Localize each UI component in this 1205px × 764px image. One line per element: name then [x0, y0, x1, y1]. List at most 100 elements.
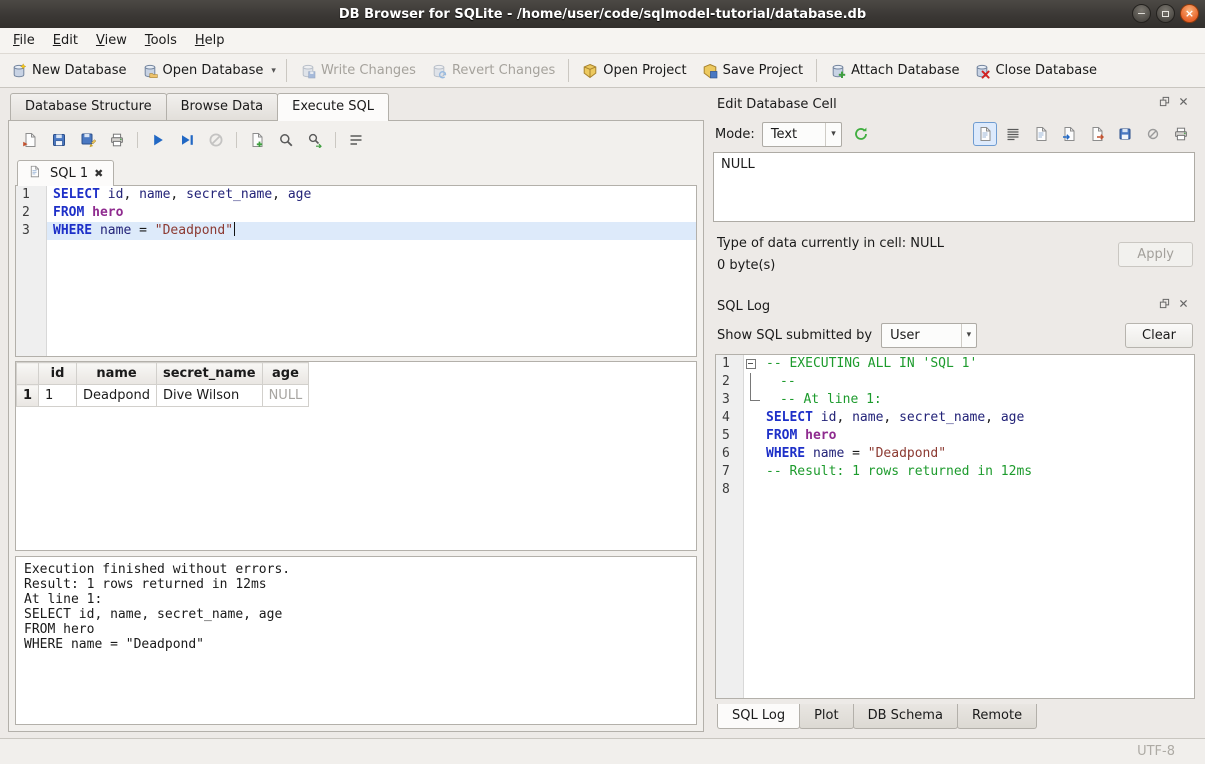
message-line: FROM hero	[24, 622, 688, 637]
minimize-icon: −	[1137, 8, 1146, 19]
fold-space	[744, 427, 760, 445]
open-project-icon	[582, 63, 598, 79]
close-panel-button[interactable]	[1179, 97, 1193, 111]
printer-icon	[109, 132, 125, 148]
tab-database-structure[interactable]: Database Structure	[10, 93, 167, 120]
find-replace-button[interactable]	[302, 127, 328, 153]
export-data-button[interactable]	[1085, 122, 1109, 146]
save-cell-as-button[interactable]	[1113, 122, 1137, 146]
main-toolbar: New DatabaseOpen Database▾ Write Changes R…	[0, 54, 1205, 88]
cell[interactable]: Deadpond	[77, 385, 157, 407]
maximize-button[interactable]	[1156, 4, 1175, 23]
cell-info: Type of data currently in cell: NULL 0 b…	[713, 222, 1195, 282]
word-wrap-button[interactable]	[343, 127, 369, 153]
find-button[interactable]	[273, 127, 299, 153]
sql-log-header-actions	[1155, 299, 1193, 313]
cell[interactable]: 1	[39, 385, 77, 407]
menu-view[interactable]: View	[87, 28, 136, 53]
right-pane: Edit Database Cell Mode: Text ▾ NULL	[709, 88, 1205, 738]
save-sql-file-button[interactable]	[46, 127, 72, 153]
new-database-button[interactable]: New Database	[5, 60, 133, 82]
print-sql-button[interactable]	[104, 127, 130, 153]
minimize-button[interactable]: −	[1132, 4, 1151, 23]
menu-edit[interactable]: Edit	[44, 28, 87, 53]
text-mode-button[interactable]	[973, 122, 997, 146]
results-table: idnamesecret_nameage11DeadpondDive Wilso…	[16, 362, 309, 407]
bottom-tab-db-schema[interactable]: DB Schema	[853, 704, 958, 729]
sql-file-icon	[28, 165, 44, 181]
tab-browse-data[interactable]: Browse Data	[166, 93, 279, 120]
attach-database-button[interactable]: Attach Database	[824, 60, 965, 82]
print-cell-button[interactable]	[1169, 122, 1193, 146]
open-database-button[interactable]: Open Database	[136, 60, 270, 82]
menu-bar: FileEditViewToolsHelp	[0, 28, 1205, 54]
sql-log-code[interactable]: 1-- EXECUTING ALL IN 'SQL 1'2--3-- At li…	[715, 354, 1195, 699]
encoding-indicator: UTF-8	[1137, 744, 1175, 759]
menu-file[interactable]: File	[4, 28, 44, 53]
sql-tab[interactable]: SQL 1 ✖	[17, 160, 114, 186]
execution-message: Execution finished without errors.Result…	[15, 556, 697, 725]
undock-button[interactable]	[1160, 97, 1174, 111]
sql-editor[interactable]: 1SELECT id, name, secret_name, age2FROM …	[15, 185, 697, 357]
close-small-icon	[1178, 96, 1194, 112]
save-sql-file-as-button[interactable]	[75, 127, 101, 153]
copy-cell-button[interactable]	[1029, 122, 1053, 146]
fold-space	[744, 445, 760, 463]
line-number: 2	[716, 373, 744, 391]
open-new-tab-button[interactable]	[244, 127, 270, 153]
title-bar[interactable]: DB Browser for SQLite - /home/user/code/…	[0, 0, 1205, 28]
code-line: 1SELECT id, name, secret_name, age	[16, 186, 696, 204]
log-filter-select[interactable]: User ▾	[881, 323, 977, 348]
open-project-button[interactable]: Open Project	[576, 60, 692, 82]
close-panel-button[interactable]	[1179, 299, 1193, 313]
toolbar-separator	[568, 59, 569, 82]
code-line: 2--	[716, 373, 1194, 391]
save-project-button[interactable]: Save Project	[696, 60, 810, 82]
bottom-tab-sql-log[interactable]: SQL Log	[717, 704, 800, 729]
tab-execute-sql[interactable]: Execute SQL	[277, 93, 389, 121]
cell-editor[interactable]: NULL	[713, 152, 1195, 222]
clear-log-button[interactable]: Clear	[1125, 323, 1193, 348]
column-header-name[interactable]: name	[77, 363, 157, 385]
write-changes-icon	[300, 63, 316, 79]
cell[interactable]: NULL	[262, 385, 309, 407]
mode-label: Mode:	[715, 127, 755, 142]
open-database-dropdown-caret[interactable]: ▾	[268, 62, 279, 80]
close-window-button[interactable]: ×	[1180, 4, 1199, 23]
word-wrap-cell-button[interactable]	[1001, 122, 1025, 146]
bottom-tab-remote[interactable]: Remote	[957, 704, 1037, 729]
auto-mode-button[interactable]	[849, 122, 873, 146]
save-project-label: Save Project	[723, 63, 804, 78]
menu-tools[interactable]: Tools	[136, 28, 186, 53]
column-header-secret-name[interactable]: secret_name	[156, 363, 262, 385]
cell[interactable]: Dive Wilson	[156, 385, 262, 407]
code-text: SELECT id, name, secret_name, age	[47, 186, 696, 204]
sql-tab-close-icon[interactable]: ✖	[94, 167, 103, 180]
undock-button[interactable]	[1160, 299, 1174, 313]
execute-all-button[interactable]	[145, 127, 171, 153]
row-number[interactable]: 1	[17, 385, 39, 407]
file-open-icon	[22, 132, 38, 148]
bottom-tab-plot[interactable]: Plot	[799, 704, 854, 729]
set-null-button[interactable]	[1141, 122, 1165, 146]
stop-icon	[208, 132, 224, 148]
apply-button[interactable]: Apply	[1118, 242, 1193, 267]
float-icon	[1159, 298, 1175, 314]
stop-execution-button[interactable]	[203, 127, 229, 153]
close-database-button[interactable]: Close Database	[968, 60, 1103, 82]
mode-select[interactable]: Text ▾	[762, 122, 842, 147]
import-data-button[interactable]	[1057, 122, 1081, 146]
write-changes-label: Write Changes	[321, 63, 416, 78]
new-database-icon	[11, 63, 27, 79]
execute-current-line-button[interactable]	[174, 127, 200, 153]
open-sql-file-button[interactable]	[17, 127, 43, 153]
code-text: WHERE name = "Deadpond"	[760, 445, 1194, 463]
app-window: DB Browser for SQLite - /home/user/code/…	[0, 0, 1205, 764]
menu-help[interactable]: Help	[186, 28, 234, 53]
column-header-id[interactable]: id	[39, 363, 77, 385]
revert-changes-button: Revert Changes	[425, 60, 561, 82]
fold-space	[744, 409, 760, 427]
fold-space	[744, 481, 760, 499]
column-header-age[interactable]: age	[262, 363, 309, 385]
line-number: 3	[16, 222, 47, 240]
